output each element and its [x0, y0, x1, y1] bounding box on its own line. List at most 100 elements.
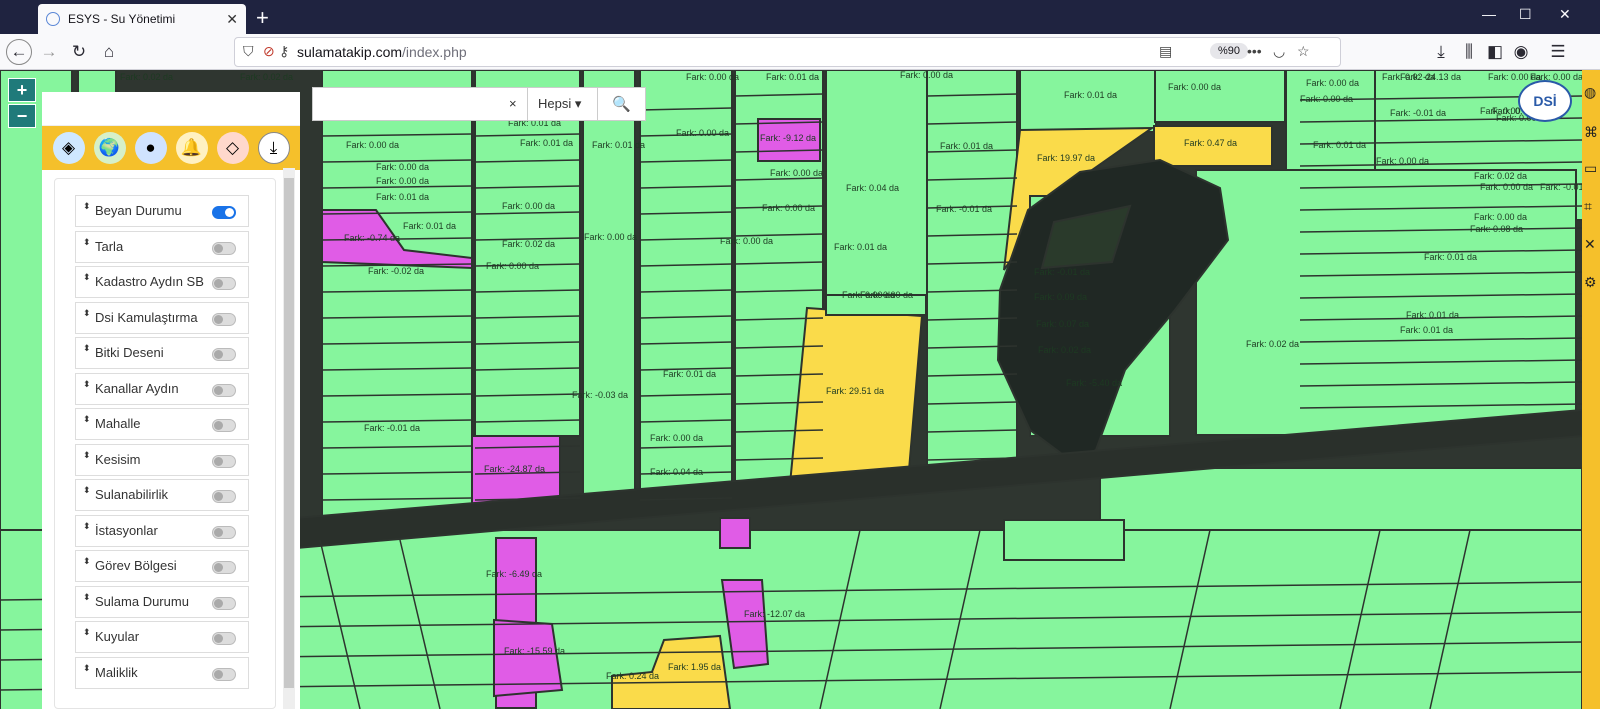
panel-scroll-thumb[interactable] — [284, 178, 294, 688]
layer-item[interactable]: ⬍ Tarla — [75, 230, 249, 263]
layer-item[interactable]: ⬍ Kanallar Aydın — [75, 372, 249, 405]
bell-icon[interactable]: 🔔 — [175, 132, 208, 164]
layer-item[interactable]: ⬍ Sulanabilirlik — [75, 479, 249, 511]
layer-toggle[interactable] — [212, 348, 236, 361]
insecure-lock-icon[interactable]: ⊘ — [263, 43, 275, 60]
clear-search-icon[interactable]: × — [509, 96, 517, 111]
globe-tool-icon[interactable]: ◍ — [1584, 84, 1596, 101]
layer-item[interactable]: ⬍ Dsi Kamulaştırma — [75, 301, 249, 334]
layer-toggle[interactable] — [212, 277, 236, 290]
sidebar-icon[interactable]: ◧ — [1482, 39, 1508, 65]
bookmark-star-icon[interactable]: ☆ — [1297, 43, 1310, 60]
layer-toggle[interactable] — [212, 241, 236, 255]
layer-toggle[interactable] — [212, 525, 236, 539]
search-input[interactable] — [313, 88, 521, 120]
drag-handle-icon[interactable]: ⬍ — [83, 343, 91, 354]
layer-item[interactable]: ⬍ Bitki Deseni — [75, 337, 249, 369]
zoom-level[interactable]: %90 — [1210, 43, 1249, 59]
key-icon[interactable]: ⚷ — [279, 43, 289, 60]
drag-handle-icon[interactable]: ⬍ — [83, 485, 91, 496]
search-button[interactable]: 🔍 — [597, 88, 645, 120]
layers-icon[interactable]: ◈ — [52, 132, 85, 164]
back-icon[interactable]: ← — [6, 39, 32, 65]
drag-handle-icon[interactable]: ⬍ — [83, 521, 91, 532]
menu-icon[interactable]: ☰ — [1545, 39, 1571, 65]
drag-handle-icon[interactable]: ⬍ — [83, 414, 91, 425]
layer-toggle[interactable] — [212, 206, 236, 219]
layer-toggle[interactable] — [212, 454, 236, 468]
window-close-icon[interactable]: ✕ — [1559, 6, 1571, 23]
site-favicon-icon — [46, 12, 60, 26]
library-icon[interactable]: ⫼ — [1456, 39, 1482, 65]
layer-toggle[interactable] — [212, 490, 236, 503]
globe-icon[interactable]: ● — [134, 132, 167, 164]
drag-handle-icon[interactable]: ⬍ — [83, 308, 91, 319]
layer-item[interactable]: ⬍ Sulama Durumu — [75, 585, 249, 618]
layer-toggle[interactable] — [212, 632, 236, 645]
parcel[interactable] — [719, 517, 751, 549]
drag-handle-icon[interactable]: ⬍ — [83, 201, 91, 212]
layer-item[interactable]: ⬍ Mahalle — [75, 408, 249, 440]
forward-icon[interactable]: → — [36, 39, 62, 65]
downloads-icon[interactable]: ⤓ — [1428, 39, 1454, 65]
drag-handle-icon[interactable]: ⬍ — [83, 272, 91, 283]
location-icon[interactable]: ◇ — [216, 132, 249, 164]
layer-toggle[interactable] — [212, 383, 236, 397]
layer-toggle[interactable] — [212, 667, 236, 681]
shield-icon[interactable]: ⛉ — [243, 43, 254, 60]
drag-handle-icon[interactable]: ⬍ — [83, 450, 91, 461]
parcel[interactable] — [582, 70, 636, 511]
layer-item[interactable]: ⬍ Kadastro Aydın SB — [75, 266, 249, 298]
layer-item[interactable]: ⬍ Görev Bölgesi — [75, 550, 249, 582]
parcel[interactable] — [1195, 169, 1577, 436]
settings-icon[interactable]: ⚙ — [1584, 274, 1597, 291]
layer-label: Kesisim — [95, 451, 141, 467]
parcel[interactable] — [1154, 70, 1286, 123]
parcel[interactable] — [1099, 467, 1582, 531]
parcel[interactable] — [1019, 70, 1157, 133]
minimize-icon[interactable]: — — [1482, 6, 1496, 22]
zoom-out-button[interactable]: − — [8, 104, 36, 128]
drag-handle-icon[interactable]: ⬍ — [83, 592, 91, 603]
layer-item[interactable]: ⬍ Kuyular — [75, 621, 249, 653]
layer-item[interactable]: ⬍ Maliklik — [75, 656, 249, 689]
reload-icon[interactable]: ↻ — [66, 39, 92, 65]
home-icon[interactable]: ⌂ — [96, 39, 122, 65]
chart-icon[interactable]: ⌗ — [1584, 198, 1592, 215]
drag-handle-icon[interactable]: ⬍ — [83, 627, 91, 638]
parcel[interactable] — [926, 70, 1018, 477]
network-icon[interactable]: ⌘ — [1584, 124, 1598, 141]
panel-scrollbar[interactable] — [283, 168, 295, 709]
url-bar[interactable]: ⛉ ⊘ ⚷ sulamatakip.com/index.php ▤ %90 ••… — [234, 37, 1341, 67]
new-tab-button[interactable]: + — [256, 5, 269, 31]
reader-view-icon[interactable]: ▤ — [1159, 43, 1172, 60]
parcel-label: Fark: 0.00 da — [686, 72, 739, 82]
layer-toggle[interactable] — [212, 596, 236, 610]
drag-handle-icon[interactable]: ⬍ — [83, 556, 91, 567]
drag-handle-icon[interactable]: ⬍ — [83, 237, 91, 248]
browser-tab[interactable]: ESYS - Su Yönetimi ✕ — [38, 4, 246, 34]
parcel[interactable] — [1003, 519, 1125, 561]
zoom-in-button[interactable]: + — [8, 78, 36, 102]
search-filter-dropdown[interactable]: Hepsi ▾ — [527, 88, 597, 120]
drag-handle-icon[interactable]: ⬍ — [83, 379, 91, 390]
pocket-icon[interactable]: ◡ — [1273, 43, 1285, 60]
parcel-label: Fark: 0.09 da — [1034, 292, 1087, 302]
layer-item[interactable]: ⬍ Kesisim — [75, 443, 249, 476]
earth-icon[interactable]: 🌍 — [93, 132, 126, 164]
account-icon[interactable]: ◉ — [1508, 39, 1534, 65]
folder-icon[interactable]: ▭ — [1584, 160, 1597, 177]
layer-toggle[interactable] — [212, 561, 236, 574]
layer-toggle[interactable] — [212, 419, 236, 432]
close-tab-icon[interactable]: ✕ — [226, 11, 238, 28]
download-icon[interactable]: ⤓ — [257, 132, 290, 164]
parcel-label: Fark: 0.02 da — [502, 239, 555, 249]
layer-item[interactable]: ⬍ Beyan Durumu — [75, 195, 249, 227]
layer-item[interactable]: ⬍ İstasyonlar — [75, 514, 249, 547]
parcel[interactable] — [321, 70, 473, 519]
page-actions-icon[interactable]: ••• — [1247, 43, 1262, 59]
layer-toggle[interactable] — [212, 312, 236, 326]
tools-icon[interactable]: ✕ — [1584, 236, 1596, 253]
drag-handle-icon[interactable]: ⬍ — [83, 663, 91, 674]
maximize-icon[interactable]: ☐ — [1519, 6, 1532, 23]
